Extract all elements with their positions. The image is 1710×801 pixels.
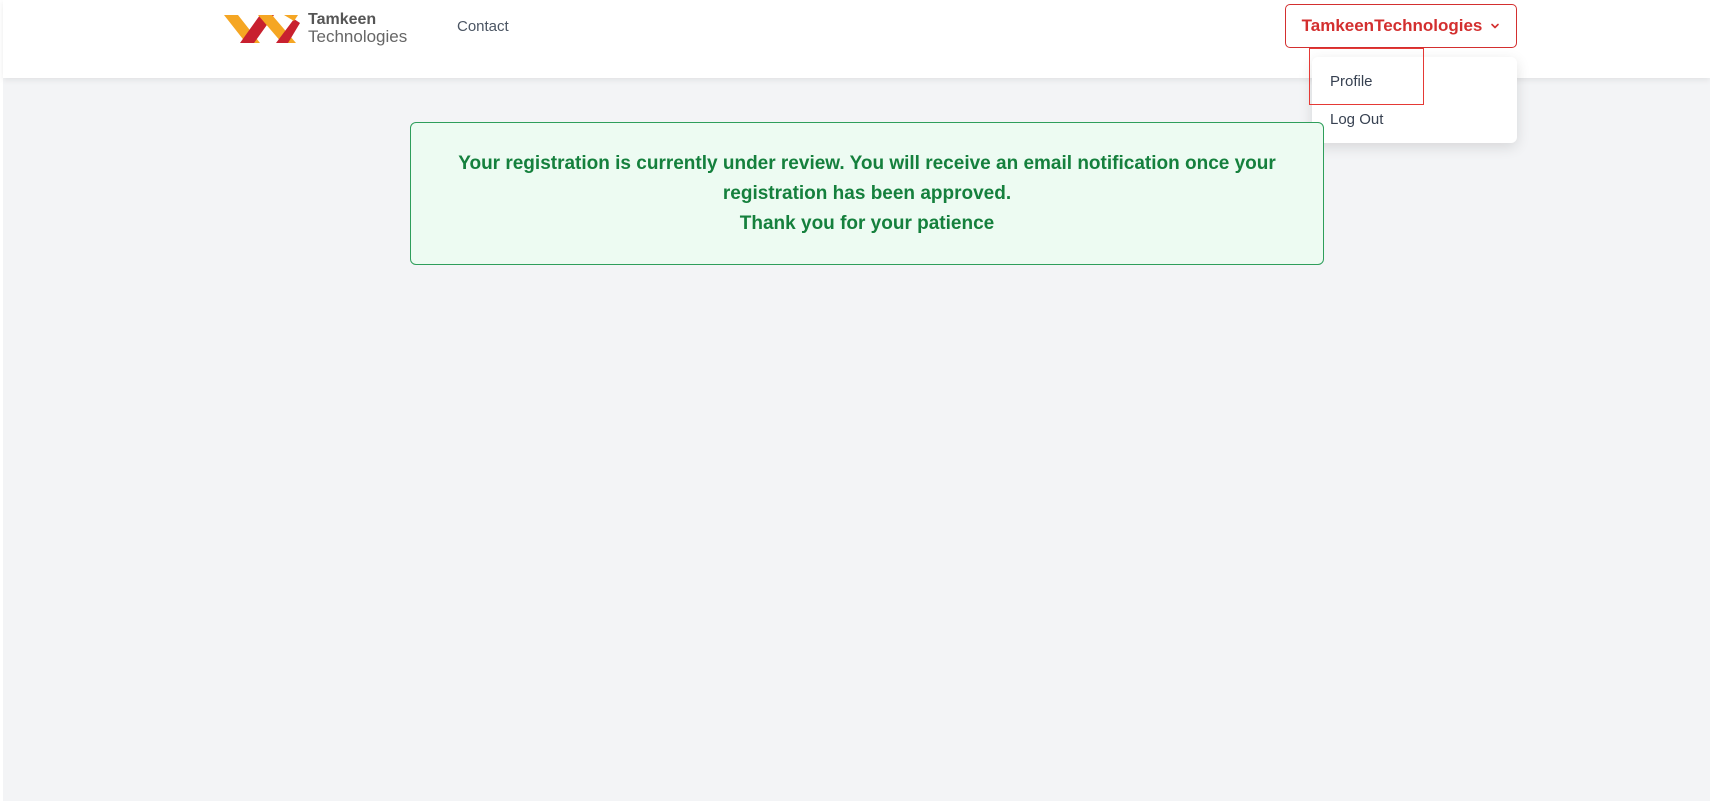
registration-review-notice: Your registration is currently under rev… xyxy=(410,122,1324,265)
nav-link-contact[interactable]: Contact xyxy=(457,18,509,35)
user-menu-label: TamkeenTechnologies xyxy=(1301,16,1483,35)
menu-item-profile[interactable]: Profile xyxy=(1330,73,1373,90)
user-menu-button[interactable]: TamkeenTechnologies xyxy=(1285,4,1517,48)
brand-logo[interactable]: Tamkeen Technologies xyxy=(224,9,407,49)
window-edge xyxy=(0,0,3,801)
page: Tamkeen Technologies Contact TamkeenTech… xyxy=(0,0,1710,801)
logo-name: Tamkeen xyxy=(308,10,377,28)
menu-item-log-out[interactable]: Log Out xyxy=(1330,111,1383,128)
notice-line-1: Your registration is currently under rev… xyxy=(458,152,1276,174)
chevron-down-icon xyxy=(1491,23,1500,29)
tamkeen-logo-icon xyxy=(224,15,300,43)
logo-text: Tamkeen Technologies xyxy=(308,10,408,47)
notice-line-3: Thank you for your patience xyxy=(739,212,995,234)
user-dropdown-menu: Profile Log Out xyxy=(1312,57,1517,143)
notice-line-2: registration has been approved. xyxy=(722,182,1012,204)
logo-subtitle: Technologies xyxy=(308,27,408,47)
